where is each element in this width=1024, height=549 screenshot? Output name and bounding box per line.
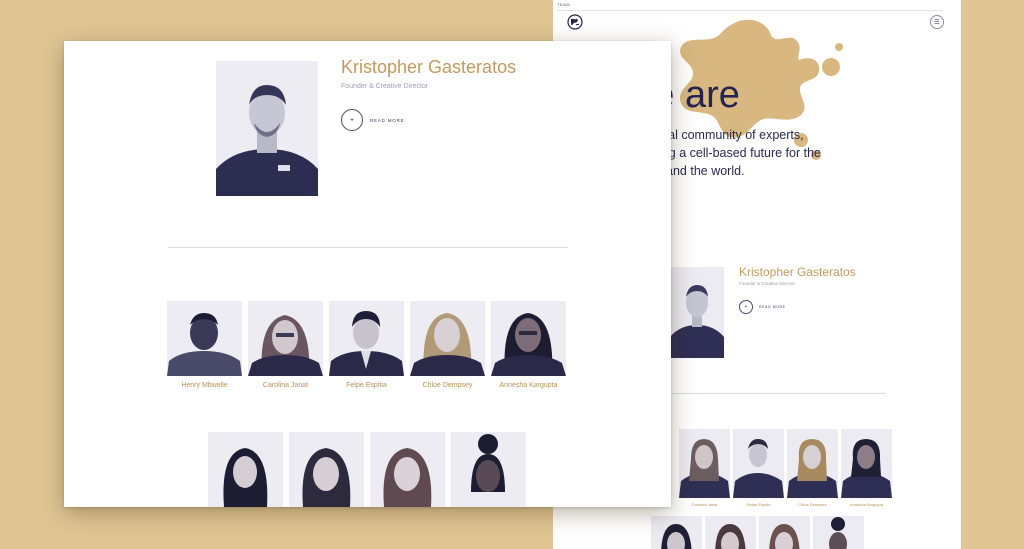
read-more-link[interactable]: READ MORE <box>370 118 404 123</box>
read-more-link[interactable]: READ MORE <box>759 305 786 309</box>
team-member-photo <box>733 429 784 498</box>
featured-member-role: Founder & Creative Director <box>341 83 429 90</box>
team-member-name: Annesha Kargupta <box>849 502 884 507</box>
section-divider <box>671 393 886 394</box>
team-member-photo <box>759 516 810 549</box>
team-member-card[interactable]: Chloe Dempsey <box>787 429 838 507</box>
team-member-card[interactable]: Carolina Janat <box>248 301 323 389</box>
team-member-photo <box>679 429 730 498</box>
team-member-photo <box>208 432 283 507</box>
team-member-photo <box>370 432 445 507</box>
menu-icon: ☰ <box>934 19 940 26</box>
team-member-photo <box>329 301 404 376</box>
globe-logo-icon[interactable] <box>567 14 583 30</box>
featured-member-photo <box>216 61 318 196</box>
team-member-card[interactable] <box>370 432 445 507</box>
team-member-photo <box>248 301 323 376</box>
team-member-photo <box>289 432 364 507</box>
team-member-photo <box>451 432 526 507</box>
team-member-name: Chloe Dempsey <box>422 382 473 389</box>
team-member-card[interactable]: Henry Mbwelle <box>167 301 242 389</box>
team-member-name: Carolina Janat <box>262 382 309 389</box>
team-member-photo <box>813 516 864 549</box>
team-member-card[interactable]: Chloe Dempsey <box>410 301 485 389</box>
featured-member-role: Founder & Creative Director <box>739 281 796 286</box>
read-more-button[interactable]: + <box>341 109 363 131</box>
menu-button[interactable]: ☰ <box>930 15 944 29</box>
featured-member-name: Kristopher Gasteratos <box>341 57 517 77</box>
team-member-photo <box>787 429 838 498</box>
team-member-card[interactable]: Annesha Kargupta <box>841 429 892 507</box>
team-member-card[interactable] <box>208 432 283 507</box>
team-member-card[interactable] <box>651 516 702 549</box>
nav-divider <box>557 10 943 11</box>
plus-icon: + <box>349 116 355 124</box>
team-member-name: Felpe Espitia <box>346 382 387 389</box>
team-member-card[interactable]: Felipe Espitia <box>733 429 784 507</box>
team-member-card[interactable] <box>759 516 810 549</box>
team-member-name: Carolina Janat <box>691 502 718 507</box>
team-member-name: Felipe Espitia <box>746 502 771 507</box>
team-member-card[interactable] <box>813 516 864 549</box>
team-member-card[interactable] <box>451 432 526 507</box>
plus-icon: + <box>744 304 748 310</box>
team-member-photo <box>410 301 485 376</box>
team-member-card[interactable] <box>705 516 756 549</box>
featured-member-photo <box>670 267 724 358</box>
team-member-card[interactable]: Annesha Kargupta <box>491 301 566 389</box>
team-member-card[interactable]: Felpe Espitia <box>329 301 404 389</box>
nav-section-label: TEAM <box>557 2 571 7</box>
team-member-photo <box>491 301 566 376</box>
team-member-photo <box>167 301 242 376</box>
team-member-name: Chloe Dempsey <box>798 502 827 507</box>
team-member-photo <box>841 429 892 498</box>
featured-member-name: Kristopher Gasteratos <box>739 265 856 279</box>
team-member-card[interactable]: Carolina Janat <box>679 429 730 507</box>
section-divider <box>168 247 568 248</box>
foreground-page-screenshot: Kristopher Gasteratos Founder & Creative… <box>64 41 671 507</box>
team-member-name: Annesha Kargupta <box>499 382 558 389</box>
team-member-photo <box>705 516 756 549</box>
team-member-photo <box>651 516 702 549</box>
read-more-button[interactable]: + <box>739 300 753 314</box>
team-member-name: Henry Mbwelle <box>181 382 228 389</box>
team-member-card[interactable] <box>289 432 364 507</box>
